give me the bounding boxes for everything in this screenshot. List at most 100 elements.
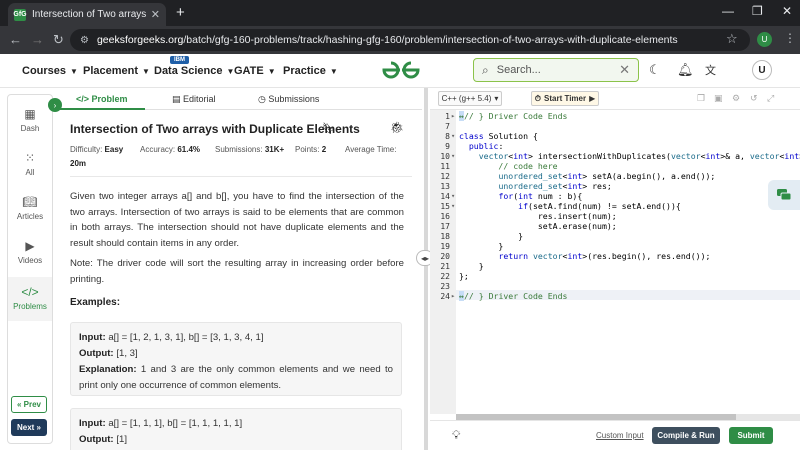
browser-profile-avatar[interactable]: U <box>757 32 772 47</box>
fullscreen-icon[interactable]: ⤢ <box>767 93 774 104</box>
minimize-icon[interactable]: — <box>722 4 734 18</box>
fold-icon: ▾ <box>451 192 456 200</box>
average-time-label: Average Time: <box>345 145 397 154</box>
browser-tab[interactable]: GfG Intersection of Two arrays with ✕ <box>8 3 166 26</box>
dashboard-icon: ▦ <box>24 107 36 121</box>
browser-menu-icon[interactable]: ⋮ <box>784 31 796 45</box>
chevron-down-icon: ▼ <box>329 67 338 76</box>
line-number: 8 <box>445 132 450 141</box>
problem-description: Given two integer arrays a[] and b[], yo… <box>70 191 404 249</box>
search-placeholder: Search... <box>496 64 541 76</box>
dark-mode-icon[interactable]: ☾ <box>649 62 661 78</box>
gfg-favicon-icon: GfG <box>13 8 27 21</box>
points-meta: Points: 2 <box>295 145 327 154</box>
url-input[interactable]: ⚙ geeksforgeeks.org/batch/gfg-160-proble… <box>70 29 750 51</box>
divider <box>70 176 412 177</box>
sidebar-item-articles[interactable]: 📖︎ Articles <box>8 195 52 235</box>
lightbulb-icon[interactable]: 💡︎ <box>452 428 460 443</box>
custom-input-link[interactable]: Custom Input <box>596 431 644 440</box>
chat-button[interactable] <box>768 180 800 210</box>
tab-submissions[interactable]: ◷ Submissions <box>258 94 319 105</box>
code-editor[interactable]: 1 ▸ ↔// } Driver Code Ends 7 8 ▾ class S… <box>430 110 800 414</box>
fold-icon: ▸ <box>451 292 456 300</box>
document-icon: ▤ <box>172 94 184 104</box>
paste-icon[interactable]: ▣ <box>714 93 723 104</box>
search-input[interactable]: ⌕ Search... ✕ <box>473 58 639 82</box>
code-line: }; <box>459 271 469 281</box>
examples-heading: Examples: <box>70 297 121 308</box>
language-select[interactable]: C++ (g++ 5.4) ▾ <box>438 91 502 106</box>
code-line: unordered_set<int> setA(a.begin(), a.end… <box>498 171 716 181</box>
code-line: for(int num : b){ <box>498 191 583 201</box>
report-bug-icon[interactable]: 🐞︎ <box>390 121 404 134</box>
grid-icon: ⁙ <box>24 151 36 165</box>
example-1: Input: a[] = [1, 2, 1, 3, 1], b[] = [3, … <box>70 322 402 396</box>
translate-icon[interactable]: 文 <box>705 62 716 78</box>
compile-run-button[interactable]: Compile & Run <box>652 427 720 444</box>
code-line: if(setA.find(num) != setA.end()){ <box>518 201 681 211</box>
problem-note: Note: The driver code will sort the resu… <box>70 258 404 285</box>
line-number: 20 <box>440 252 450 261</box>
code-line: vector<int> intersectionWithDuplicates(v… <box>478 151 800 161</box>
code-icon: </> <box>76 94 92 104</box>
fold-icon: ▾ <box>451 152 456 160</box>
active-tab-underline <box>60 108 145 110</box>
chevron-down-icon: ▼ <box>142 67 150 76</box>
nav-data-science[interactable]: Data Science ▼ <box>154 65 234 77</box>
back-icon[interactable]: ← <box>9 32 22 47</box>
url-path: /batch/gfg-160-problems/track/hashing-gf… <box>183 34 678 46</box>
problem-panel: Intersection of Two arrays with Duplicat… <box>60 112 422 450</box>
prev-button[interactable]: « Prev <box>11 396 47 413</box>
tab-title: Intersection of Two arrays with <box>32 9 147 20</box>
code-line: return vector<int>(res.begin(), res.end(… <box>498 251 711 261</box>
sidebar-item-problems[interactable]: </> Problems <box>8 277 52 321</box>
code-line: ↔// } Driver Code Ends <box>459 111 568 121</box>
sidebar-item-all[interactable]: ⁙ All <box>8 151 52 191</box>
user-avatar[interactable]: U <box>752 60 772 80</box>
submit-button[interactable]: Submit <box>729 427 773 444</box>
fold-icon: ▾ <box>451 132 456 140</box>
notification-bell-icon[interactable]: 🔔︎ <box>677 62 694 78</box>
code-line: class Solution { <box>459 131 538 141</box>
line-number: 1 <box>445 112 450 121</box>
line-number: 19 <box>440 242 450 251</box>
fold-icon: ▾ <box>451 202 456 210</box>
nav-practice[interactable]: Practice ▼ <box>283 65 338 77</box>
search-icon: ⌕ <box>482 62 489 77</box>
chevron-down-icon: ▾ <box>494 94 499 103</box>
timer-icon: ⏱︎ <box>534 93 541 103</box>
bookmark-star-icon[interactable]: ☆ <box>726 31 738 47</box>
next-button[interactable]: Next » <box>11 419 47 436</box>
code-line: // code here <box>459 161 558 171</box>
tab-problem[interactable]: </> Problem <box>76 94 128 104</box>
sidebar-item-videos[interactable]: ▶ Videos <box>8 239 52 279</box>
nav-courses[interactable]: Courses ▼ <box>22 65 78 77</box>
site-info-icon[interactable]: ⚙ <box>80 35 89 46</box>
new-tab-icon[interactable]: + <box>176 4 185 21</box>
panel-divider[interactable] <box>424 88 428 450</box>
close-window-icon[interactable]: ✕ <box>782 4 792 18</box>
line-number: 14 <box>440 192 450 201</box>
reset-icon[interactable]: ↺ <box>750 93 758 104</box>
ibm-badge: IBM <box>170 56 189 64</box>
line-number: 22 <box>440 272 450 281</box>
clear-search-icon[interactable]: ✕ <box>619 62 630 78</box>
nav-placement[interactable]: Placement ▼ <box>83 65 150 77</box>
line-number: 18 <box>440 232 450 241</box>
bookmark-icon[interactable]: 🔖︎ <box>322 122 336 135</box>
start-timer-button[interactable]: ⏱︎ Start Timer ▶ <box>531 91 599 106</box>
forward-icon[interactable]: → <box>31 32 44 47</box>
accuracy-meta: Accuracy: 61.4% <box>140 145 201 154</box>
line-number: 12 <box>440 172 450 181</box>
close-tab-icon[interactable]: ✕ <box>151 8 160 21</box>
sidebar-item-dash[interactable]: ▦ Dash <box>8 107 52 147</box>
reload-icon[interactable]: ↻ <box>53 32 64 48</box>
nav-gate[interactable]: GATE ▼ <box>234 65 276 77</box>
code-line: unordered_set<int> res; <box>498 181 612 191</box>
tab-editorial[interactable]: ▤ Editorial <box>172 94 216 105</box>
gfg-logo[interactable] <box>381 59 421 81</box>
copy-icon[interactable]: ❐ <box>697 93 705 104</box>
problem-tabs: </> Problem ▤ Editorial ◷ Submissions <box>60 88 422 110</box>
settings-icon[interactable]: ⚙ <box>732 93 740 104</box>
restore-icon[interactable]: ❐ <box>752 4 763 18</box>
